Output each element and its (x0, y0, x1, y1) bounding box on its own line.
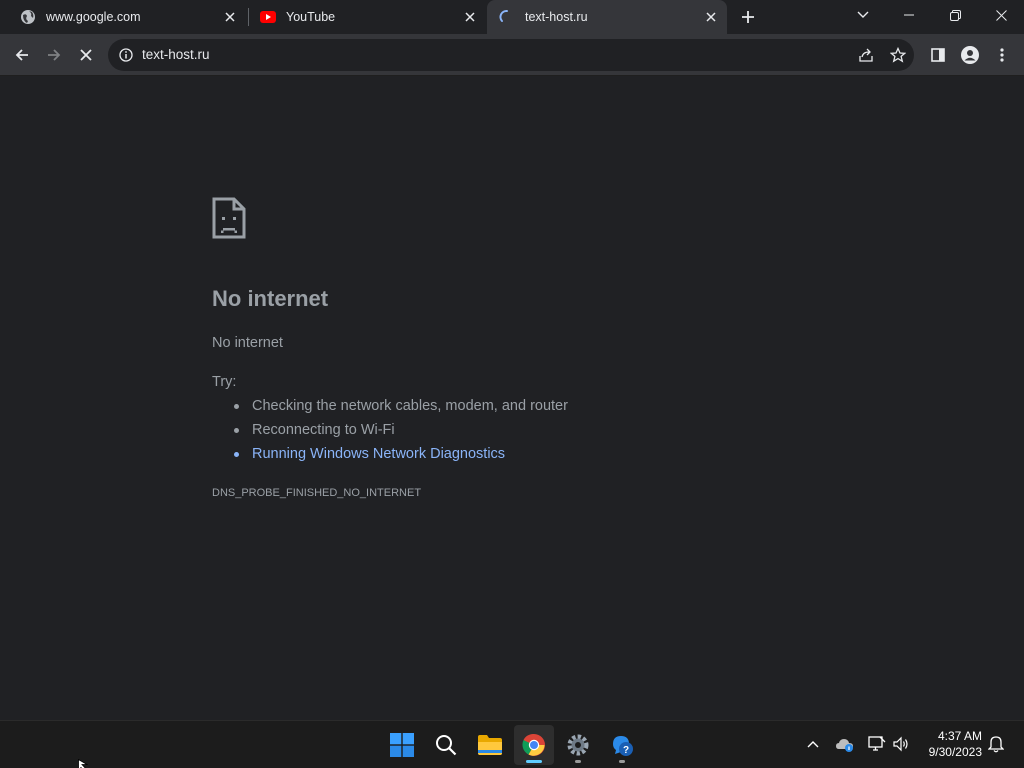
plus-icon (742, 11, 754, 23)
search-icon (436, 735, 457, 756)
suggestion-text[interactable]: Running Windows Network Diagnostics (252, 446, 505, 462)
tab-title: www.google.com (46, 10, 141, 24)
minimize-button[interactable] (886, 0, 932, 30)
file-explorer-button[interactable] (470, 725, 510, 765)
chevron-down-icon (857, 11, 869, 18)
suggestion-item: Checking the network cables, modem, and … (234, 398, 568, 414)
kebab-menu-icon (1000, 48, 1004, 62)
bookmark-star-icon[interactable] (888, 45, 908, 65)
running-indicator (575, 760, 581, 763)
sad-page-icon (212, 197, 246, 239)
close-window-button[interactable] (978, 0, 1024, 30)
network-diagnostics-link[interactable]: Running Windows Network Diagnostics (234, 446, 505, 462)
speaker-icon (893, 736, 908, 752)
error-code: DNS_PROBE_FINISHED_NO_INTERNET (212, 487, 422, 499)
bullet (234, 428, 239, 433)
tab-youtube[interactable]: YouTube (248, 0, 486, 34)
menu-button[interactable] (988, 41, 1016, 69)
url-text: text-host.ru (142, 47, 210, 62)
new-tab-button[interactable] (736, 5, 760, 29)
folder-icon (478, 735, 502, 755)
network-disconnected-icon (868, 736, 886, 751)
globe-icon (20, 9, 36, 25)
bullet (234, 404, 239, 409)
clock[interactable]: 4:37 AM 9/30/2023 (916, 728, 982, 760)
back-button[interactable] (8, 41, 36, 69)
tab-title: text-host.ru (525, 10, 588, 24)
help-icon: ? (613, 736, 633, 756)
arrow-right-icon (48, 49, 61, 61)
tab-text-host[interactable]: text-host.ru (487, 0, 727, 34)
screen: www.google.com YouTube text-host.ru text… (0, 0, 1024, 768)
get-help-taskbar-button[interactable]: ? (602, 725, 642, 765)
clock-date: 9/30/2023 (928, 745, 982, 759)
gear-icon (567, 734, 589, 756)
side-panel-icon (931, 48, 945, 62)
loading-spinner-icon (499, 9, 515, 25)
running-indicator (619, 760, 625, 763)
chrome-taskbar-button[interactable] (514, 725, 554, 765)
windows-taskbar: ? 4:37 AM 9/30/2023 (0, 720, 1024, 768)
suggestion-item: Reconnecting to Wi-Fi (234, 422, 395, 438)
restore-icon (949, 9, 961, 21)
clock-time: 4:37 AM (937, 729, 982, 743)
mouse-cursor-icon (78, 757, 89, 768)
address-bar[interactable]: text-host.ru (108, 39, 914, 71)
suggestion-text: Reconnecting to Wi-Fi (252, 422, 395, 438)
minimize-icon (904, 14, 914, 16)
try-label: Try: (212, 374, 237, 390)
chrome-icon (522, 733, 545, 756)
close-tab-icon[interactable] (703, 9, 719, 25)
cloud-icon (836, 739, 853, 752)
forward-button[interactable] (40, 41, 68, 69)
close-tab-icon[interactable] (462, 9, 478, 25)
onedrive-tray-button[interactable] (834, 733, 856, 755)
tab-strip: www.google.com YouTube text-host.ru (0, 0, 1024, 34)
tab-google[interactable]: www.google.com (8, 0, 246, 34)
start-button[interactable] (382, 725, 422, 765)
suggestion-text: Checking the network cables, modem, and … (252, 398, 568, 414)
notifications-button[interactable] (985, 733, 1007, 755)
stop-icon (80, 49, 92, 61)
close-icon (995, 9, 1007, 21)
tab-search-button[interactable] (840, 0, 886, 30)
restore-button[interactable] (932, 0, 978, 30)
search-button[interactable] (426, 725, 466, 765)
svg-text:?: ? (623, 745, 629, 756)
volume-tray-button[interactable] (890, 733, 912, 755)
chevron-up-icon (807, 741, 819, 748)
arrow-left-icon (15, 49, 28, 61)
tab-title: YouTube (286, 10, 336, 24)
avatar-icon (961, 46, 979, 64)
show-hidden-icons-button[interactable] (802, 733, 824, 755)
settings-taskbar-button[interactable] (558, 725, 598, 765)
windows-logo-icon (390, 733, 414, 757)
active-indicator (526, 760, 542, 763)
browser-toolbar: text-host.ru (0, 34, 1024, 76)
error-title: No internet (212, 286, 329, 311)
error-subtitle: No internet (212, 335, 283, 351)
bullet (234, 452, 239, 457)
profile-button[interactable] (956, 41, 984, 69)
share-icon[interactable] (856, 45, 876, 65)
youtube-icon (260, 9, 276, 25)
site-info-icon[interactable] (118, 47, 134, 63)
close-tab-icon[interactable] (222, 9, 238, 25)
page-content: No internet No internet Try: Checking th… (0, 77, 1024, 719)
bell-icon (988, 736, 1004, 753)
stop-loading-button[interactable] (72, 41, 100, 69)
network-tray-button[interactable] (866, 733, 888, 755)
side-panel-button[interactable] (924, 41, 952, 69)
